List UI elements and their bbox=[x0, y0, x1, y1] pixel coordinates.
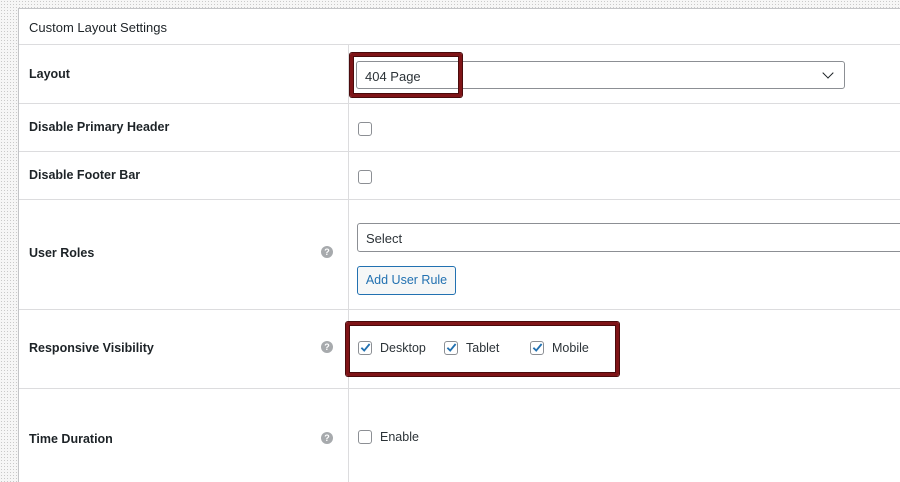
user-roles-label: User Roles bbox=[29, 246, 95, 260]
help-icon[interactable]: ? bbox=[321, 246, 333, 258]
row-divider bbox=[19, 103, 900, 104]
row-divider bbox=[19, 309, 900, 310]
disable-footer-bar-checkbox[interactable] bbox=[358, 170, 372, 184]
user-roles-select-value: Select bbox=[366, 231, 403, 246]
custom-layout-settings-panel: Custom Layout Settings Layout 404 Page D… bbox=[18, 8, 900, 482]
column-divider bbox=[348, 45, 349, 482]
time-duration-enable-label: Enable bbox=[380, 430, 419, 444]
responsive-visibility-label: Responsive Visibility bbox=[29, 341, 154, 355]
add-user-rule-button[interactable]: Add User Rule bbox=[357, 266, 456, 295]
disable-primary-header-label: Disable Primary Header bbox=[29, 120, 170, 134]
time-duration-label: Time Duration bbox=[29, 432, 113, 446]
layout-highlight-box bbox=[350, 53, 462, 97]
chevron-down-icon bbox=[822, 67, 834, 79]
layout-label: Layout bbox=[29, 67, 70, 81]
row-divider bbox=[19, 199, 900, 200]
panel-title: Custom Layout Settings bbox=[19, 9, 900, 45]
row-divider bbox=[19, 388, 900, 389]
help-icon[interactable]: ? bbox=[321, 432, 333, 444]
help-icon[interactable]: ? bbox=[321, 341, 333, 353]
user-roles-select[interactable]: Select bbox=[357, 223, 900, 252]
time-duration-enable-checkbox[interactable] bbox=[358, 430, 372, 444]
disable-footer-bar-label: Disable Footer Bar bbox=[29, 168, 141, 182]
responsive-visibility-highlight-box bbox=[346, 322, 619, 376]
disable-primary-header-checkbox[interactable] bbox=[358, 122, 372, 136]
row-divider bbox=[19, 151, 900, 152]
